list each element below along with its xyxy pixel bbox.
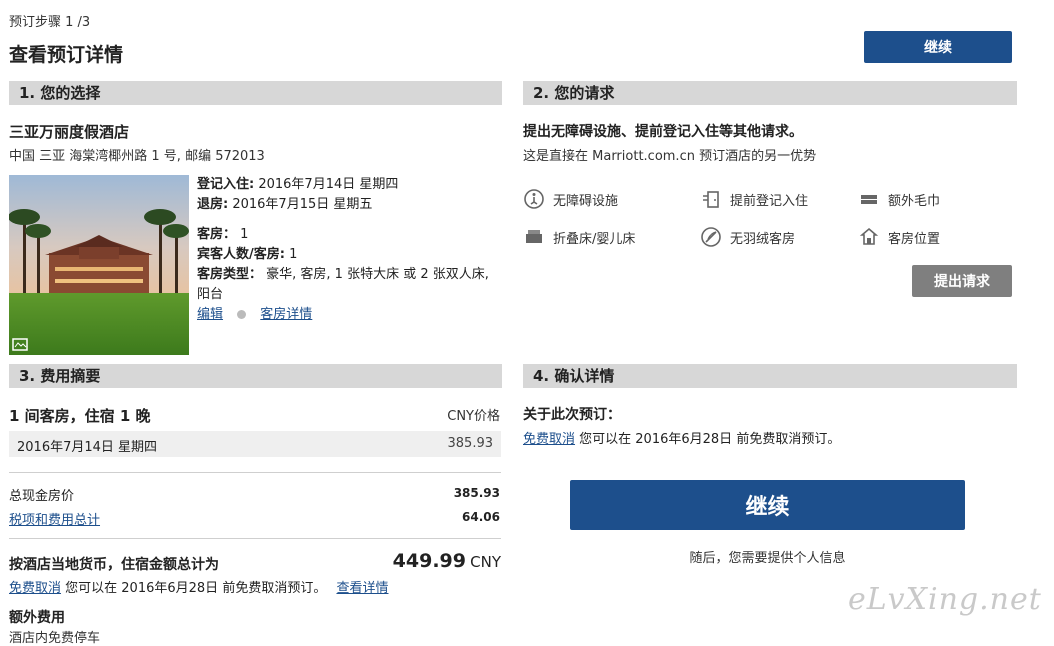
separator-dot <box>237 310 247 319</box>
room-location-icon <box>859 227 879 245</box>
continue-button-main[interactable]: 继续 <box>570 480 965 530</box>
room-details-link[interactable]: 客房详情 <box>260 307 312 322</box>
confirm-cancellation-line: 免费取消 您可以在 2016年6月28日 前免费取消预订。 <box>523 428 840 447</box>
continue-button-top[interactable]: 继续 <box>864 31 1012 63</box>
next-step-note: 随后，您需要提供个人信息 <box>689 551 846 566</box>
room-links: 编辑 客房详情 <box>197 305 497 325</box>
guests-row: 宾客人数/客房: 1 <box>197 245 497 265</box>
requests-subtext: 这是直接在 Marriott.com.cn 预订酒店的另一优势 <box>523 149 817 164</box>
rooms-value: 1 <box>240 227 249 242</box>
grand-total: 449.99 CNY <box>330 550 501 572</box>
request-rollaway-bed-label: 折叠床/婴儿床 <box>553 231 636 247</box>
divider <box>9 538 501 539</box>
taxes-fees-link[interactable]: 税项和费用总计 <box>9 509 100 528</box>
rollaway-bed-icon <box>526 230 542 243</box>
total-room-rate-value: 385.93 <box>453 486 500 500</box>
request-room-location-label: 客房位置 <box>888 231 941 247</box>
checkin-value: 2016年7月14日 星期四 <box>258 177 399 192</box>
rooms-label: 客房： <box>197 227 237 242</box>
cancellation-line: 免费取消 您可以在 2016年6月28日 前免费取消预订。 查看详情 <box>9 577 388 596</box>
total-room-rate-label: 总现金房价 <box>9 489 75 504</box>
extra-fees-heading: 额外费用 <box>9 610 65 626</box>
guests-value: 1 <box>289 247 298 262</box>
hotel-address: 中国 三亚 海棠湾椰州路 1 号, 邮编 572013 <box>9 149 265 164</box>
booking-step-indicator: 预订步骤 1 /3 <box>9 15 91 30</box>
request-early-checkin[interactable]: 提前登记入住 <box>700 188 808 210</box>
checkout-row: 退房: 2016年7月15日 星期五 <box>197 195 497 215</box>
cancellation-text: 您可以在 2016年6月28日 前免费取消预订。 <box>579 432 841 447</box>
taxes-fees-value: 64.06 <box>462 510 500 524</box>
section-confirm-details-heading: 4. 确认详情 <box>523 364 1017 388</box>
extra-fees-subtext: 酒店内免费停车 <box>9 631 101 646</box>
nightly-date: 2016年7月14日 星期四 <box>17 440 158 455</box>
hotel-photo-image <box>9 175 189 355</box>
request-rollaway-bed[interactable]: 折叠床/婴儿床 <box>523 226 635 248</box>
checkout-value: 2016年7月15日 星期五 <box>232 197 373 212</box>
request-no-feather[interactable]: 无羽绒客房 <box>700 226 795 248</box>
towel-icon <box>861 195 877 204</box>
page-title: 查看预订详情 <box>9 44 124 66</box>
section-cost-summary-heading: 3. 费用摘要 <box>9 364 502 388</box>
request-accessibility-label: 无障碍设施 <box>553 193 619 209</box>
checkin-label: 登记入住: <box>197 177 255 192</box>
hotel-photo[interactable] <box>9 175 189 355</box>
roomtype-row: 客房类型： 豪华, 客房, 1 张特大床 或 2 张双人床, 阳台 <box>197 265 497 305</box>
request-room-location[interactable]: 客房位置 <box>858 226 940 248</box>
free-cancellation-link[interactable]: 免费取消 <box>523 432 575 447</box>
checkout-label: 退房: <box>197 197 229 212</box>
early-checkin-icon <box>703 191 719 208</box>
request-extra-towels-label: 额外毛巾 <box>888 193 941 209</box>
nightly-rate-row: 2016年7月14日 星期四 385.93 <box>9 431 501 457</box>
free-cancellation-link[interactable]: 免费取消 <box>9 581 61 596</box>
grand-total-value: 449.99 <box>392 550 466 572</box>
submit-request-button[interactable]: 提出请求 <box>912 265 1012 297</box>
grand-total-label: 按酒店当地货币，住宿金额总计为 <box>9 557 219 573</box>
about-booking-label: 关于此次预订： <box>523 407 621 423</box>
request-extra-towels[interactable]: 额外毛巾 <box>858 188 940 210</box>
stay-details: 登记入住: 2016年7月14日 星期四 退房: 2016年7月15日 星期五 … <box>197 175 497 325</box>
stay-summary: 1 间客房，住宿 1 晚 <box>9 407 151 425</box>
checkin-row: 登记入住: 2016年7月14日 星期四 <box>197 175 497 195</box>
request-accessibility[interactable]: 无障碍设施 <box>523 188 618 210</box>
guests-label: 宾客人数/客房: <box>197 247 285 262</box>
edit-link[interactable]: 编辑 <box>197 307 223 322</box>
request-no-feather-label: 无羽绒客房 <box>730 231 796 247</box>
grand-total-currency: CNY <box>470 553 501 571</box>
rooms-row: 客房： 1 <box>197 225 497 245</box>
section-your-selection-heading: 1. 您的选择 <box>9 81 502 105</box>
no-feather-icon <box>701 227 721 247</box>
request-early-checkin-label: 提前登记入住 <box>730 193 809 209</box>
currency-header: CNY价格 <box>447 409 500 424</box>
accessibility-icon <box>524 189 544 209</box>
nightly-price: 385.93 <box>447 436 494 451</box>
divider <box>9 472 501 473</box>
hotel-name: 三亚万丽度假酒店 <box>9 123 130 141</box>
cancellation-text: 您可以在 2016年6月28日 前免费取消预订。 <box>65 581 327 596</box>
roomtype-label: 客房类型： <box>197 267 263 282</box>
requests-intro: 提出无障碍设施、提前登记入住等其他请求。 <box>523 124 803 140</box>
watermark: eLvXing.net <box>848 582 1042 617</box>
view-details-link[interactable]: 查看详情 <box>336 581 388 596</box>
section-your-requests-heading: 2. 您的请求 <box>523 81 1017 105</box>
